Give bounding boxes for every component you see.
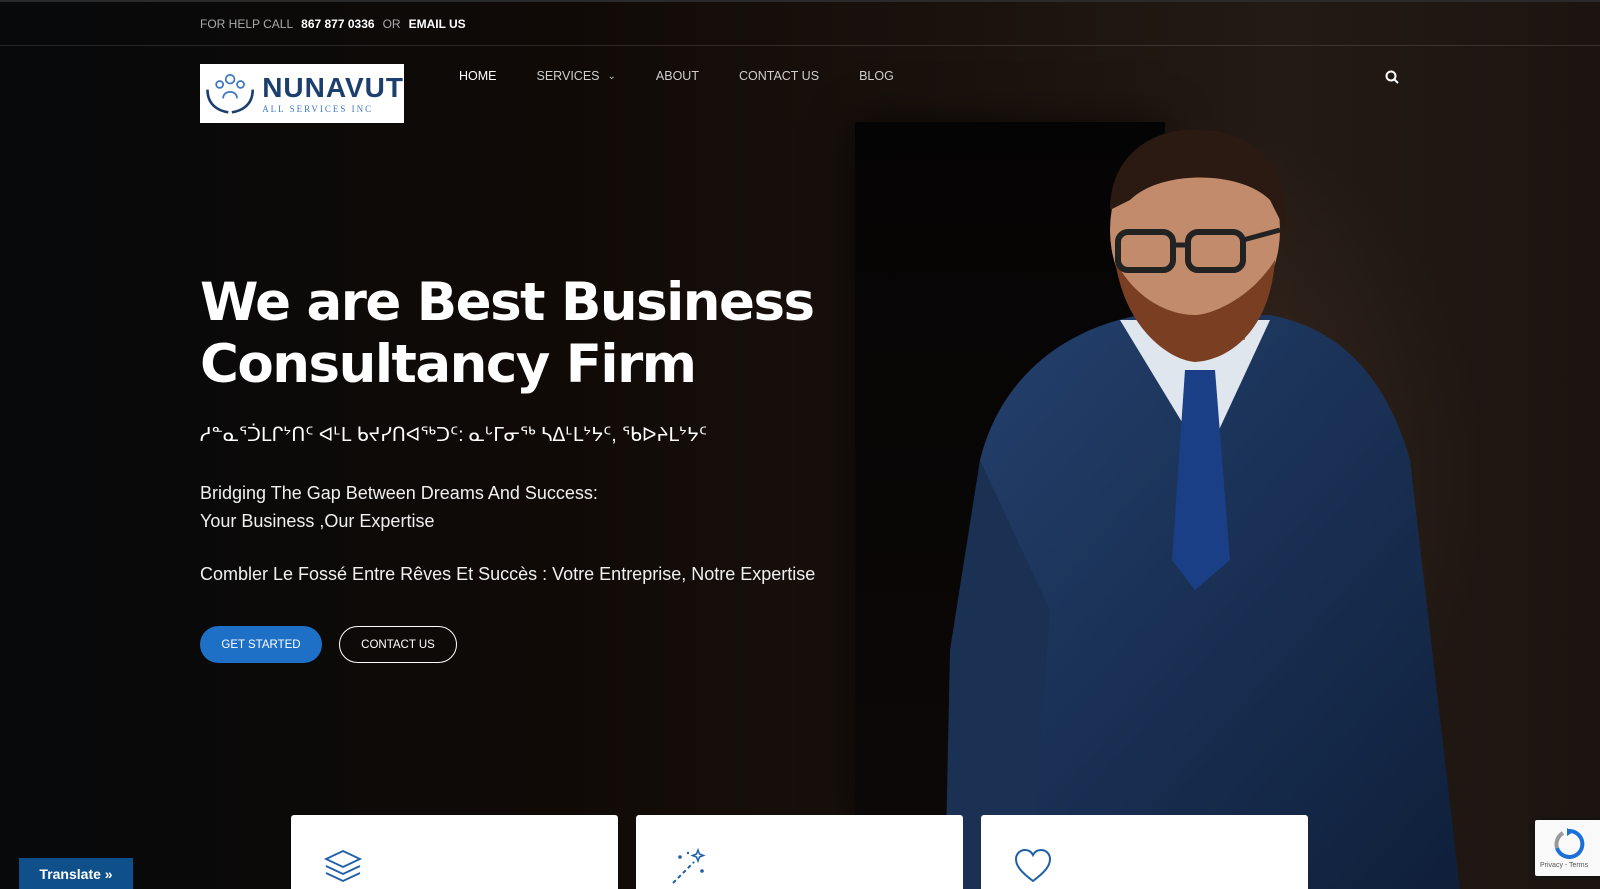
headline-line-1: We are Best Business: [200, 272, 815, 333]
hero-tagline-en: Bridging The Gap Between Dreams And Succ…: [200, 479, 598, 535]
tagline-line-2: Your Business ,Our Expertise: [200, 511, 435, 531]
get-started-button[interactable]: GET STARTED: [200, 626, 322, 663]
nav-services-label: SERVICES: [536, 69, 600, 83]
feature-card[interactable]: [636, 815, 963, 889]
translate-button[interactable]: Translate »: [19, 858, 133, 889]
tagline-line-1: Bridging The Gap Between Dreams And Succ…: [200, 483, 598, 503]
search-icon: [1385, 70, 1399, 84]
layers-icon: [323, 850, 363, 882]
magic-wand-icon: [672, 847, 706, 884]
hero-tagline-fr: Combler Le Fossé Entre Rêves Et Succès :…: [200, 564, 816, 584]
recaptcha-icon: [1554, 828, 1585, 859]
site-logo[interactable]: NUNAVUT ALL SERVICES INC: [200, 64, 404, 123]
chevron-down-icon: ⌄: [607, 70, 616, 82]
hands-people-icon: [206, 73, 255, 114]
recaptcha-links[interactable]: Privacy - Terms: [1540, 862, 1588, 869]
main-nav: HOME SERVICES ⌄ ABOUT CONTACT US BLOG: [459, 69, 934, 83]
headline-line-2: Consultancy Firm: [200, 334, 697, 395]
contact-us-button[interactable]: CONTACT US: [339, 626, 457, 663]
hero-businessman-image: [945, 130, 1460, 889]
nav-contact-us[interactable]: CONTACT US: [739, 69, 819, 83]
or-label: OR: [382, 16, 401, 31]
feature-card[interactable]: [981, 815, 1308, 889]
nav-home[interactable]: HOME: [459, 69, 497, 83]
search-button[interactable]: [1385, 70, 1399, 89]
hero-headline: We are Best Business Consultancy Firm: [200, 272, 850, 396]
phone-link[interactable]: 867 877 0336: [301, 17, 374, 31]
email-link[interactable]: EMAIL US: [409, 17, 466, 31]
help-label: FOR HELP CALL: [200, 16, 294, 31]
hero-inuktitut-tagline: ᓱᓐᓇᕐᑑᒪᒋᔾᑎᑦ ᐊᒻᒪ ᑲᔪᓯᑎᐊᖅᑐᑦ: ᓇᒡᒥᓂᖅ ᓴᐃᒻᒪᔾᔭᑦ, …: [200, 425, 708, 446]
nav-about[interactable]: ABOUT: [656, 69, 699, 83]
logo-subtitle: ALL SERVICES INC: [262, 103, 374, 114]
nav-services[interactable]: SERVICES ⌄: [537, 69, 616, 83]
top-contact-bar: FOR HELP CALL 867 877 0336 OR EMAIL US: [0, 0, 1600, 46]
logo-title: NUNAVUT: [262, 71, 404, 103]
feature-card[interactable]: [291, 815, 618, 889]
recaptcha-badge[interactable]: Privacy - Terms: [1535, 820, 1600, 876]
nav-blog[interactable]: BLOG: [859, 69, 894, 83]
heart-icon: [1014, 848, 1052, 883]
